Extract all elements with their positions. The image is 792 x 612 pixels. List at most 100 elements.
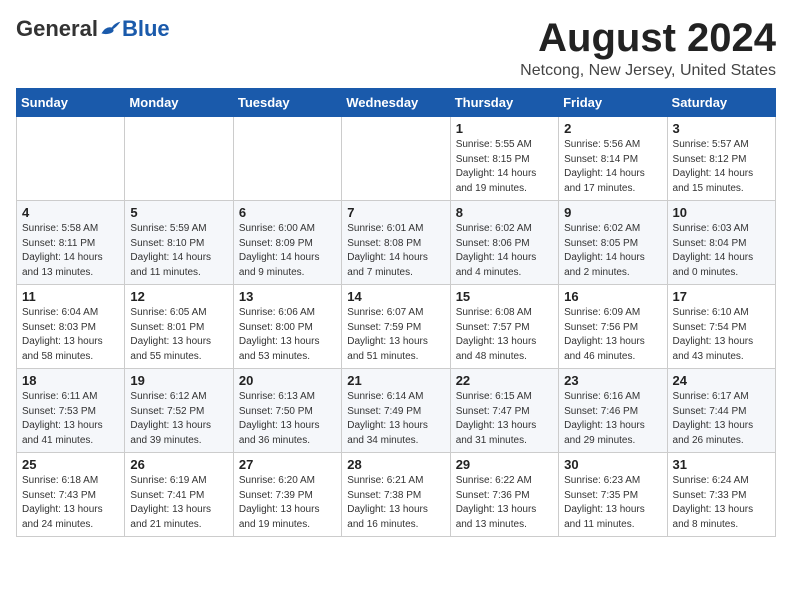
calendar-cell: 19 Sunrise: 6:12 AM Sunset: 7:52 PM Dayli… (125, 369, 233, 453)
day-number: 4 (22, 205, 119, 220)
calendar-cell: 26 Sunrise: 6:19 AM Sunset: 7:41 PM Dayli… (125, 453, 233, 537)
day-detail: Sunrise: 6:05 AM Sunset: 8:01 PM Dayligh… (130, 306, 227, 364)
calendar-cell: 17Sunrise: 6:10 AM Sunset: 7:54 PM Dayli… (667, 285, 775, 369)
day-detail: Sunrise: 6:04 AM Sunset: 8:03 PM Dayligh… (22, 306, 119, 364)
day-detail: Sunrise: 6:16 AM Sunset: 7:46 PM Dayligh… (564, 390, 661, 448)
day-detail: Sunrise: 6:09 AM Sunset: 7:56 PM Dayligh… (564, 306, 661, 364)
calendar-cell: 20 Sunrise: 6:13 AM Sunset: 7:50 PM Dayli… (233, 369, 341, 453)
day-number: 30 (564, 457, 661, 472)
calendar-cell: 10 Sunrise: 6:03 AM Sunset: 8:04 PM Dayli… (667, 201, 775, 285)
day-number: 6 (239, 205, 336, 220)
day-detail: Sunrise: 6:19 AM Sunset: 7:41 PM Dayligh… (130, 474, 227, 532)
calendar-cell: 14Sunrise: 6:07 AM Sunset: 7:59 PM Dayli… (342, 285, 450, 369)
calendar-cell: 15Sunrise: 6:08 AM Sunset: 7:57 PM Dayli… (450, 285, 558, 369)
page-header: General Blue August 2024 Netcong, New Je… (16, 16, 776, 80)
day-number: 5 (130, 205, 227, 220)
calendar-cell: 1 Sunrise: 5:55 AM Sunset: 8:15 PM Daylig… (450, 117, 558, 201)
day-detail: Sunrise: 6:10 AM Sunset: 7:54 PM Dayligh… (673, 306, 770, 364)
day-header-sunday: Sunday (17, 89, 125, 117)
day-detail: Sunrise: 6:12 AM Sunset: 7:52 PM Dayligh… (130, 390, 227, 448)
calendar-cell: 27Sunrise: 6:20 AM Sunset: 7:39 PM Dayli… (233, 453, 341, 537)
day-number: 12 (130, 289, 227, 304)
calendar-cell: 25Sunrise: 6:18 AM Sunset: 7:43 PM Dayli… (17, 453, 125, 537)
day-detail: Sunrise: 5:58 AM Sunset: 8:11 PM Dayligh… (22, 222, 119, 280)
day-number: 15 (456, 289, 553, 304)
day-number: 24 (673, 373, 770, 388)
calendar-cell: 11 Sunrise: 6:04 AM Sunset: 8:03 PM Dayli… (17, 285, 125, 369)
day-detail: Sunrise: 6:02 AM Sunset: 8:06 PM Dayligh… (456, 222, 553, 280)
day-detail: Sunrise: 6:11 AM Sunset: 7:53 PM Dayligh… (22, 390, 119, 448)
calendar-cell (342, 117, 450, 201)
calendar-cell: 31 Sunrise: 6:24 AM Sunset: 7:33 PM Dayli… (667, 453, 775, 537)
day-header-friday: Friday (559, 89, 667, 117)
calendar-cell: 8 Sunrise: 6:02 AM Sunset: 8:06 PM Daylig… (450, 201, 558, 285)
logo: General Blue (16, 16, 170, 42)
day-header-wednesday: Wednesday (342, 89, 450, 117)
calendar-cell: 6Sunrise: 6:00 AM Sunset: 8:09 PM Daylig… (233, 201, 341, 285)
calendar-cell: 21 Sunrise: 6:14 AM Sunset: 7:49 PM Dayli… (342, 369, 450, 453)
calendar-cell: 23 Sunrise: 6:16 AM Sunset: 7:46 PM Dayli… (559, 369, 667, 453)
calendar-cell: 22 Sunrise: 6:15 AM Sunset: 7:47 PM Dayli… (450, 369, 558, 453)
day-header-tuesday: Tuesday (233, 89, 341, 117)
calendar-cell (17, 117, 125, 201)
logo-blue-text: Blue (122, 16, 170, 42)
day-detail: Sunrise: 6:01 AM Sunset: 8:08 PM Dayligh… (347, 222, 444, 280)
day-detail: Sunrise: 5:55 AM Sunset: 8:15 PM Dayligh… (456, 138, 553, 196)
calendar-cell: 13 Sunrise: 6:06 AM Sunset: 8:00 PM Dayli… (233, 285, 341, 369)
location-text: Netcong, New Jersey, United States (520, 62, 776, 80)
title-block: August 2024 Netcong, New Jersey, United … (520, 16, 776, 80)
month-title: August 2024 (520, 16, 776, 60)
calendar-cell: 24 Sunrise: 6:17 AM Sunset: 7:44 PM Dayli… (667, 369, 775, 453)
calendar-week-row: 4 Sunrise: 5:58 AM Sunset: 8:11 PM Daylig… (17, 201, 776, 285)
day-detail: Sunrise: 6:13 AM Sunset: 7:50 PM Dayligh… (239, 390, 336, 448)
day-number: 20 (239, 373, 336, 388)
day-number: 26 (130, 457, 227, 472)
calendar-cell: 9Sunrise: 6:02 AM Sunset: 8:05 PM Daylig… (559, 201, 667, 285)
day-detail: Sunrise: 6:22 AM Sunset: 7:36 PM Dayligh… (456, 474, 553, 532)
calendar-cell: 29 Sunrise: 6:22 AM Sunset: 7:36 PM Dayli… (450, 453, 558, 537)
calendar-week-row: 11 Sunrise: 6:04 AM Sunset: 8:03 PM Dayli… (17, 285, 776, 369)
calendar-cell: 28Sunrise: 6:21 AM Sunset: 7:38 PM Dayli… (342, 453, 450, 537)
calendar-week-row: 1 Sunrise: 5:55 AM Sunset: 8:15 PM Daylig… (17, 117, 776, 201)
day-number: 8 (456, 205, 553, 220)
day-header-saturday: Saturday (667, 89, 775, 117)
calendar-cell: 3 Sunrise: 5:57 AM Sunset: 8:12 PM Daylig… (667, 117, 775, 201)
day-number: 13 (239, 289, 336, 304)
calendar-week-row: 18Sunrise: 6:11 AM Sunset: 7:53 PM Dayli… (17, 369, 776, 453)
day-detail: Sunrise: 6:14 AM Sunset: 7:49 PM Dayligh… (347, 390, 444, 448)
day-number: 3 (673, 121, 770, 136)
day-number: 22 (456, 373, 553, 388)
day-number: 11 (22, 289, 119, 304)
logo-bird-icon (100, 20, 122, 38)
day-number: 14 (347, 289, 444, 304)
day-detail: Sunrise: 6:17 AM Sunset: 7:44 PM Dayligh… (673, 390, 770, 448)
day-number: 31 (673, 457, 770, 472)
calendar-cell: 5 Sunrise: 5:59 AM Sunset: 8:10 PM Daylig… (125, 201, 233, 285)
day-number: 29 (456, 457, 553, 472)
day-detail: Sunrise: 6:03 AM Sunset: 8:04 PM Dayligh… (673, 222, 770, 280)
calendar-table: SundayMondayTuesdayWednesdayThursdayFrid… (16, 88, 776, 537)
day-detail: Sunrise: 5:56 AM Sunset: 8:14 PM Dayligh… (564, 138, 661, 196)
day-number: 16 (564, 289, 661, 304)
calendar-cell: 30Sunrise: 6:23 AM Sunset: 7:35 PM Dayli… (559, 453, 667, 537)
calendar-cell: 16 Sunrise: 6:09 AM Sunset: 7:56 PM Dayli… (559, 285, 667, 369)
day-number: 2 (564, 121, 661, 136)
day-number: 21 (347, 373, 444, 388)
calendar-cell (125, 117, 233, 201)
day-detail: Sunrise: 5:59 AM Sunset: 8:10 PM Dayligh… (130, 222, 227, 280)
calendar-cell: 4 Sunrise: 5:58 AM Sunset: 8:11 PM Daylig… (17, 201, 125, 285)
day-number: 19 (130, 373, 227, 388)
calendar-cell: 12 Sunrise: 6:05 AM Sunset: 8:01 PM Dayli… (125, 285, 233, 369)
day-detail: Sunrise: 6:06 AM Sunset: 8:00 PM Dayligh… (239, 306, 336, 364)
day-detail: Sunrise: 6:15 AM Sunset: 7:47 PM Dayligh… (456, 390, 553, 448)
day-detail: Sunrise: 6:24 AM Sunset: 7:33 PM Dayligh… (673, 474, 770, 532)
calendar-cell: 18Sunrise: 6:11 AM Sunset: 7:53 PM Dayli… (17, 369, 125, 453)
day-detail: Sunrise: 5:57 AM Sunset: 8:12 PM Dayligh… (673, 138, 770, 196)
day-detail: Sunrise: 6:02 AM Sunset: 8:05 PM Dayligh… (564, 222, 661, 280)
calendar-header-row: SundayMondayTuesdayWednesdayThursdayFrid… (17, 89, 776, 117)
day-number: 23 (564, 373, 661, 388)
calendar-cell: 7Sunrise: 6:01 AM Sunset: 8:08 PM Daylig… (342, 201, 450, 285)
day-number: 1 (456, 121, 553, 136)
day-detail: Sunrise: 6:18 AM Sunset: 7:43 PM Dayligh… (22, 474, 119, 532)
day-number: 10 (673, 205, 770, 220)
